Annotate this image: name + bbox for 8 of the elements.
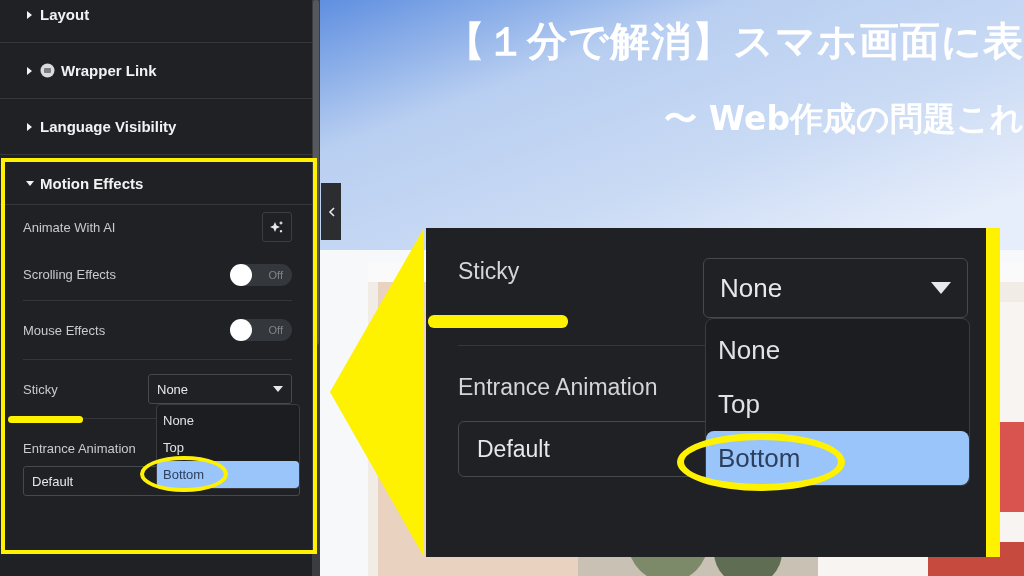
control-label: Entrance Animation — [458, 374, 658, 401]
control-label: Scrolling Effects — [23, 267, 116, 282]
control-label: Entrance Animation — [23, 441, 136, 456]
control-label: Sticky — [458, 258, 520, 285]
banner-title: 【１分で解消】スマホ画面に表 — [445, 17, 1024, 66]
control-label: Animate With AI — [23, 219, 116, 235]
control-label: Sticky — [23, 381, 58, 397]
control-label: Mouse Effects — [23, 322, 106, 338]
